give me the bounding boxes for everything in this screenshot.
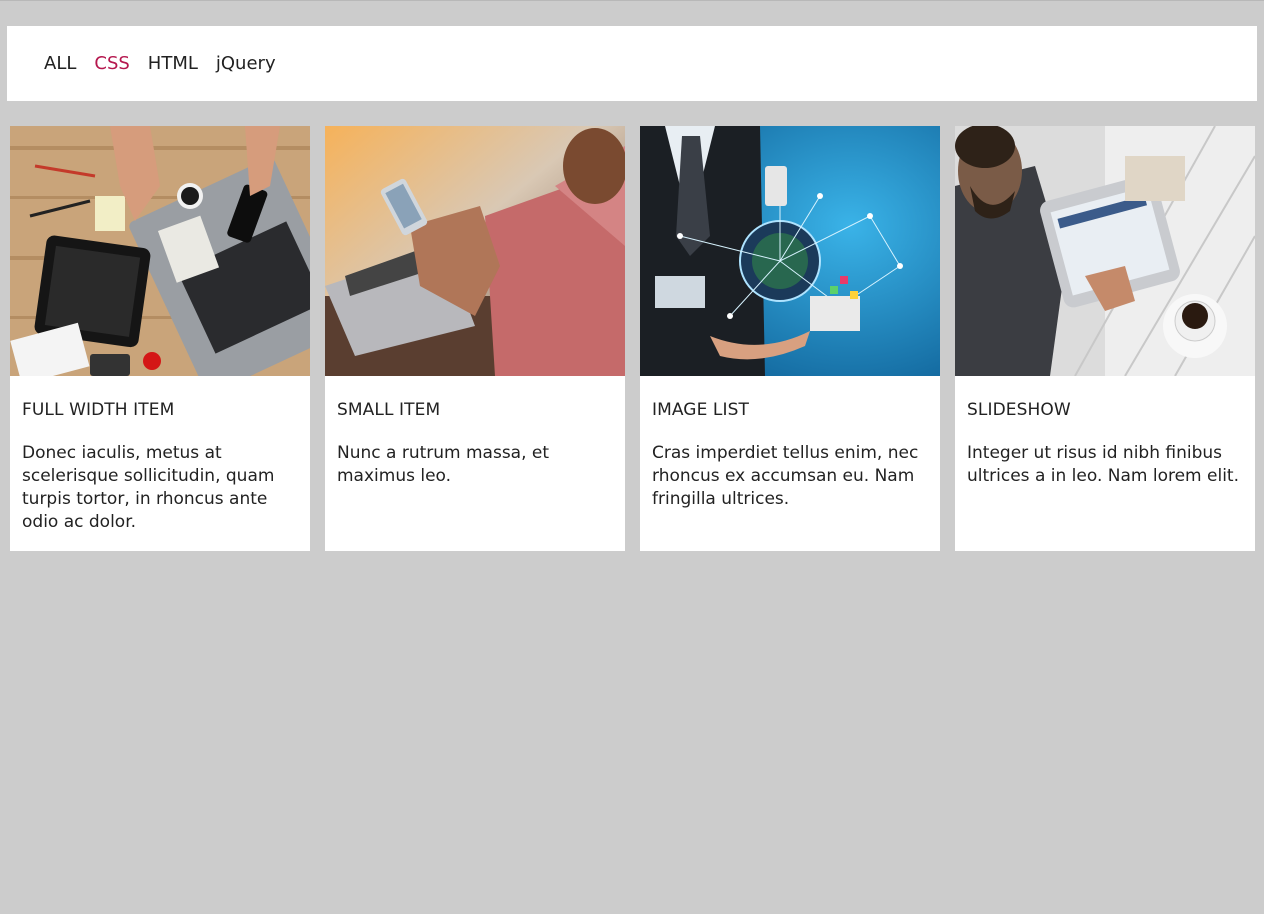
filter-css[interactable]: CSS: [94, 54, 129, 73]
filter-all[interactable]: ALL: [44, 54, 76, 73]
person-phone-image[interactable]: [325, 126, 625, 376]
card-title: IMAGE LIST: [652, 400, 749, 420]
technology-globe-image[interactable]: [640, 126, 940, 376]
card-title: SMALL ITEM: [337, 400, 441, 420]
man-tablet-image[interactable]: [955, 126, 1255, 376]
card-text: Integer ut risus id nibh finibus ultrice…: [967, 443, 1239, 486]
portfolio-card[interactable]: IMAGE LIST Cras imperdiet tellus enim, n…: [640, 126, 940, 551]
filter-bar: ALL CSS HTML jQuery: [7, 26, 1257, 101]
card-text: Nunc a rutrum massa, et maximus leo.: [337, 443, 550, 486]
portfolio-card[interactable]: FULL WIDTH ITEM Donec iaculis, metus at …: [10, 126, 310, 551]
card-title: SLIDESHOW: [967, 400, 1071, 420]
filter-jquery[interactable]: jQuery: [216, 54, 276, 73]
card-text: Cras imperdiet tellus enim, nec rhoncus …: [652, 443, 919, 509]
card-title: FULL WIDTH ITEM: [22, 400, 175, 420]
desk-laptop-tablet-image[interactable]: [10, 126, 310, 376]
portfolio-card[interactable]: SLIDESHOW Integer ut risus id nibh finib…: [955, 126, 1255, 551]
card-text: Donec iaculis, metus at scelerisque soll…: [22, 443, 275, 532]
top-border: [0, 0, 1264, 1]
portfolio-grid: FULL WIDTH ITEM Donec iaculis, metus at …: [10, 126, 1255, 551]
portfolio-card[interactable]: SMALL ITEM Nunc a rutrum massa, et maxim…: [325, 126, 625, 551]
filter-html[interactable]: HTML: [148, 54, 198, 73]
